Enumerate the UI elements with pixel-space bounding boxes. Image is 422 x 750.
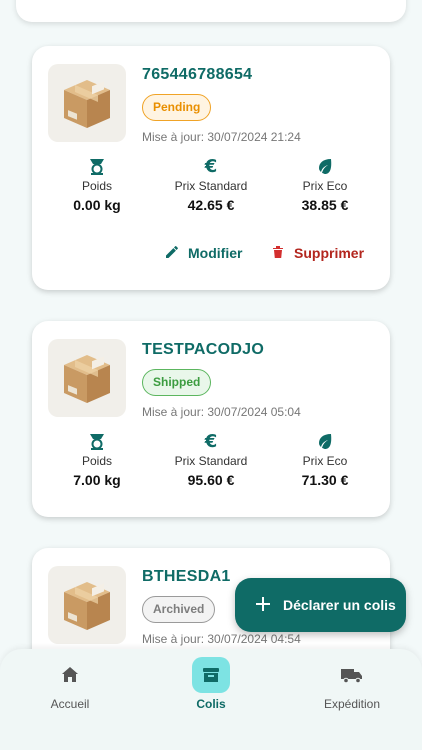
declare-parcel-label: Déclarer un colis — [283, 597, 396, 613]
nav-item-parcels[interactable]: Colis — [151, 657, 271, 711]
updated-timestamp: Mise à jour: 30/07/2024 21:24 — [142, 130, 301, 144]
home-icon — [51, 657, 89, 693]
eco-price-value: 38.85 € — [301, 197, 349, 213]
nav-item-home[interactable]: Accueil — [10, 657, 130, 711]
leaf-icon — [270, 156, 380, 178]
euro-icon: € — [156, 156, 266, 178]
nav-item-shipping[interactable]: Expédition — [292, 657, 412, 711]
updated-timestamp: Mise à jour: 30/07/2024 05:04 — [142, 405, 301, 419]
archive-box-icon — [192, 657, 230, 693]
eco-price-label: Prix Eco — [302, 454, 348, 468]
status-badge: Pending — [142, 94, 212, 121]
weight-value: 7.00 kg — [73, 472, 121, 488]
status-badge: Shipped — [142, 369, 212, 396]
package-image — [48, 339, 126, 417]
status-badge: Archived — [142, 596, 216, 623]
standard-price-value: 95.60 € — [187, 472, 235, 488]
pencil-icon — [164, 244, 180, 263]
trash-icon — [270, 244, 286, 263]
previous-parcel-card[interactable] — [16, 0, 406, 22]
weight-label: Poids — [81, 454, 113, 468]
scale-icon — [42, 431, 152, 453]
delete-button[interactable]: Supprimer — [270, 242, 364, 264]
parcel-card[interactable]: 765446788654 Pending Mise à jour: 30/07/… — [32, 46, 390, 290]
updated-timestamp: Mise à jour: 30/07/2024 04:54 — [142, 632, 301, 646]
declare-parcel-button[interactable]: Déclarer un colis — [235, 578, 406, 632]
nav-label-home: Accueil — [50, 697, 90, 711]
edit-button-label: Modifier — [188, 245, 243, 261]
standard-price-label: Prix Standard — [174, 454, 248, 468]
eco-price-value: 71.30 € — [301, 472, 349, 488]
standard-price-stat: € Prix Standard 42.65 € — [156, 156, 266, 213]
standard-price-value: 42.65 € — [187, 197, 235, 213]
nav-label-parcels: Colis — [196, 697, 226, 711]
euro-icon: € — [156, 431, 266, 453]
standard-price-label: Prix Standard — [174, 179, 248, 193]
svg-text:€: € — [204, 156, 218, 176]
parcel-card[interactable]: TESTPACODJO Shipped Mise à jour: 30/07/2… — [32, 321, 390, 517]
eco-price-stat: Prix Eco 38.85 € — [270, 156, 380, 213]
nav-label-shipping: Expédition — [323, 697, 381, 711]
package-image — [48, 64, 126, 142]
svg-text:€: € — [204, 431, 218, 451]
truck-icon — [333, 657, 371, 693]
eco-price-stat: Prix Eco 71.30 € — [270, 431, 380, 488]
parcel-tracking-id: 765446788654 — [142, 66, 253, 83]
standard-price-stat: € Prix Standard 95.60 € — [156, 431, 266, 488]
scale-icon — [42, 156, 152, 178]
plus-icon — [255, 596, 271, 615]
weight-value: 0.00 kg — [73, 197, 121, 213]
edit-button[interactable]: Modifier — [164, 242, 242, 264]
weight-stat: Poids 7.00 kg — [42, 431, 152, 488]
eco-price-label: Prix Eco — [302, 179, 348, 193]
delete-button-label: Supprimer — [294, 245, 365, 261]
weight-label: Poids — [81, 179, 113, 193]
parcel-tracking-id: BTHESDA1 — [142, 568, 231, 585]
bottom-navigation: Accueil Colis Expédition — [0, 649, 422, 750]
leaf-icon — [270, 431, 380, 453]
package-image — [48, 566, 126, 644]
parcel-tracking-id: TESTPACODJO — [142, 341, 265, 358]
weight-stat: Poids 0.00 kg — [42, 156, 152, 213]
